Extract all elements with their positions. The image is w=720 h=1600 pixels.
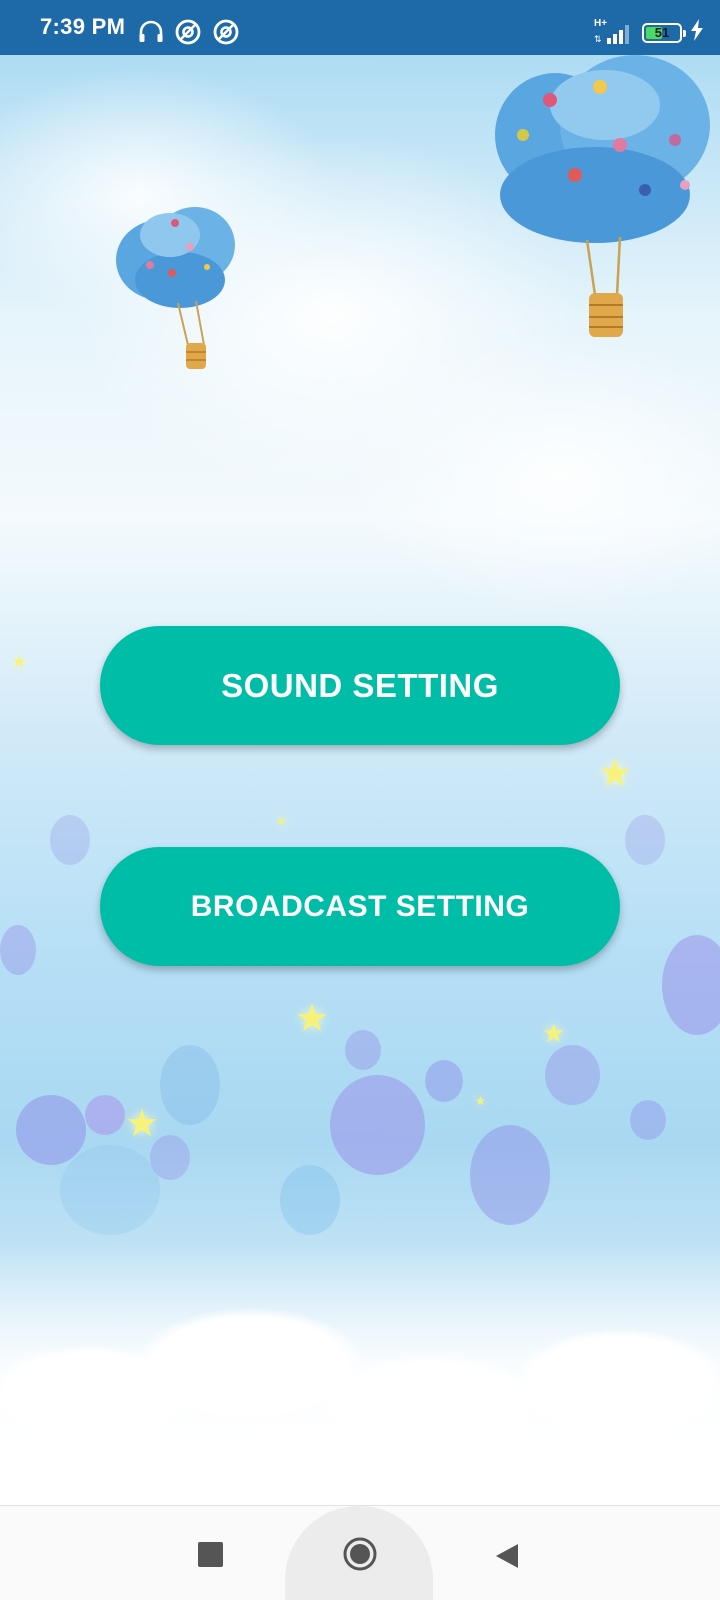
- status-time: 7:39 PM: [40, 14, 126, 39]
- battery-level: 51: [654, 24, 670, 40]
- bokeh-circle: [625, 815, 665, 865]
- app-notification-icon: [174, 18, 202, 51]
- svg-text:⇅: ⇅: [594, 35, 602, 45]
- bokeh-circle: [60, 1145, 160, 1235]
- home-button[interactable]: [342, 1536, 378, 1572]
- background-illustration: ★ ★ ★ ★ ★ ★ ★: [0, 55, 720, 1505]
- mobile-signal-icon: H+ ⇅: [594, 18, 634, 46]
- bokeh-circle: [630, 1100, 666, 1140]
- status-left-icons: [138, 18, 240, 51]
- bokeh-circle: [85, 1095, 125, 1135]
- bokeh-circle: [160, 1045, 220, 1125]
- recents-button[interactable]: [198, 1542, 223, 1567]
- headphones-icon: [138, 19, 164, 50]
- bokeh-circle: [470, 1125, 550, 1225]
- back-button[interactable]: [494, 1542, 520, 1570]
- star-decoration: ★: [125, 1103, 160, 1145]
- navigation-bar: [0, 1505, 720, 1600]
- status-bar: 7:39 PM H+ ⇅ 51: [0, 0, 720, 55]
- star-decoration: ★: [542, 1018, 566, 1048]
- star-decoration: ★: [12, 654, 27, 671]
- small-balloon-illustration: [116, 207, 235, 369]
- star-decoration: ★: [598, 753, 633, 795]
- star-decoration: ★: [295, 998, 330, 1040]
- bokeh-circle: [662, 935, 720, 1035]
- bokeh-circle: [345, 1030, 381, 1070]
- status-right-icons: H+ ⇅ 51: [594, 18, 704, 46]
- app-notification-icon: [212, 18, 240, 51]
- star-decoration: ★: [475, 1094, 486, 1108]
- bokeh-circle: [280, 1165, 340, 1235]
- bokeh-circle: [16, 1095, 86, 1165]
- bokeh-circle: [425, 1060, 463, 1102]
- bokeh-circle: [50, 815, 90, 865]
- bottom-clouds-illustration: [0, 1245, 720, 1505]
- bokeh-circle: [545, 1045, 600, 1105]
- star-decoration: ★: [276, 814, 287, 828]
- charging-icon: [690, 19, 704, 46]
- sound-setting-button[interactable]: SOUND SETTING: [100, 626, 620, 745]
- large-balloon-illustration: [495, 55, 710, 337]
- bokeh-circle: [0, 925, 36, 975]
- bokeh-circle: [330, 1075, 425, 1175]
- battery-icon: 51: [642, 22, 686, 43]
- app-screen: 7:39 PM H+ ⇅ 51 ★ ★ ★ ★ ★ ★ ★ SOUND SETT…: [0, 0, 720, 1600]
- broadcast-setting-button[interactable]: BROADCAST SETTING: [100, 847, 620, 966]
